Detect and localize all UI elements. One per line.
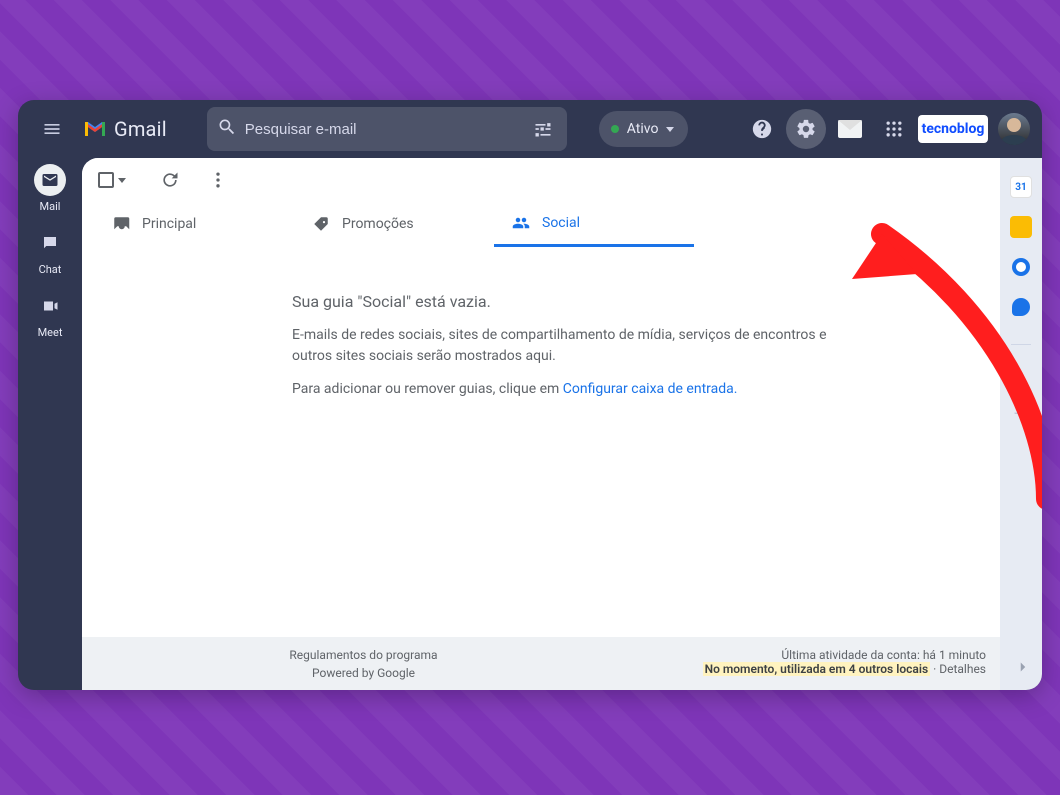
empty-body-2: Para adicionar ou remover guias, clique … [292,379,852,400]
side-panel-contacts[interactable] [1010,296,1032,318]
side-panel-add-button[interactable]: + [1014,401,1029,427]
mailbox-content: Principal Promoções Social Sua guia "Soc… [82,158,1000,690]
rail-label: Meet [38,326,63,339]
footer-right: Última atividade da conta: há 1 minuto N… [571,648,986,680]
gmail-logo-icon [82,119,108,139]
hamburger-icon [42,119,62,139]
empty-body-1: E-mails de redes sociais, sites de compa… [292,325,852,367]
inbox-icon [112,215,130,233]
status-active-dot-icon [611,125,619,133]
empty-state: Sua guia "Social" está vazia. E-mails de… [82,248,1000,637]
apps-grid-icon [884,119,904,139]
select-all-button[interactable] [98,172,126,188]
brand-name: Gmail [114,117,167,141]
org-badge: tecnoblog [918,115,988,143]
search-icon [217,117,237,141]
side-panel-divider [1011,344,1031,345]
details-link[interactable]: Detalhes [939,662,986,676]
search-bar[interactable] [207,107,567,151]
footer-left: Regulamentos do programa Powered by Goog… [156,648,571,680]
chevron-right-icon [1014,658,1032,676]
gear-icon [795,118,817,140]
checkbox-icon [98,172,114,188]
refresh-button[interactable] [152,162,188,198]
tab-promotions[interactable]: Promoções [294,201,494,247]
inbox-envelope-button[interactable] [830,109,870,149]
more-vertical-icon [208,170,228,190]
rail-label: Chat [39,263,62,276]
status-chip[interactable]: Ativo [599,111,689,147]
people-icon [512,214,530,232]
account-avatar[interactable] [998,113,1030,145]
rail-item-mail[interactable]: Mail [34,164,66,213]
search-options-button[interactable] [529,115,557,143]
body: Mail Chat Meet [18,158,1042,690]
app-rail: Mail Chat Meet [18,158,82,690]
last-activity-text: Última atividade da conta: há 1 minuto [571,648,986,662]
main-panel: Principal Promoções Social Sua guia "Soc… [82,158,1042,690]
tab-label: Principal [142,216,196,232]
side-panel-calendar[interactable]: 31 [1010,176,1032,198]
mail-icon [34,164,66,196]
refresh-icon [160,170,180,190]
header-actions: tecnoblog [742,109,1030,149]
mailbox-toolbar [82,158,1000,202]
meet-icon [34,290,66,322]
rail-label: Mail [40,200,61,213]
support-button[interactable] [742,109,782,149]
category-tabs: Principal Promoções Social [82,202,1000,248]
chevron-down-icon [666,127,674,132]
chevron-down-icon [118,178,126,183]
tab-label: Social [542,215,580,231]
open-locations-line: No momento, utilizada em 4 outros locais… [571,662,986,676]
program-rules-link[interactable]: Regulamentos do programa [289,648,437,662]
tag-icon [312,215,330,233]
main-menu-button[interactable] [30,107,74,151]
chat-icon [34,227,66,259]
status-label: Ativo [627,121,659,137]
gmail-window: Gmail Ativo [18,100,1042,690]
powered-by-text: Powered by Google [312,666,415,680]
calendar-icon: 31 [1015,182,1026,193]
rail-item-chat[interactable]: Chat [34,227,66,276]
envelope-icon [838,120,862,138]
header: Gmail Ativo [18,100,1042,158]
google-apps-button[interactable] [874,109,914,149]
configure-inbox-link[interactable]: Configurar caixa de entrada. [563,381,738,397]
side-panel-tasks[interactable] [1010,256,1032,278]
gmail-brand[interactable]: Gmail [82,117,167,141]
tab-label: Promoções [342,216,414,232]
tab-social[interactable]: Social [494,201,694,247]
separator: · [930,662,939,676]
org-badge-text: tecnoblog [922,121,985,137]
tab-primary[interactable]: Principal [94,201,294,247]
settings-button[interactable] [786,109,826,149]
side-panel-keep[interactable] [1010,216,1032,238]
side-panel: 31 + [1000,158,1042,690]
plus-icon: + [1014,399,1029,429]
empty-body-2-prefix: Para adicionar ou remover guias, clique … [292,381,563,397]
mailbox-footer: Regulamentos do programa Powered by Goog… [82,637,1000,690]
help-icon [751,118,773,140]
collapse-side-panel-button[interactable] [1014,658,1032,680]
contacts-icon [1012,298,1030,316]
empty-title: Sua guia "Social" está vazia. [292,292,1000,311]
tasks-icon [1012,258,1030,276]
search-input[interactable] [245,121,521,138]
tune-icon [533,119,553,139]
more-button[interactable] [200,162,236,198]
rail-item-meet[interactable]: Meet [34,290,66,339]
open-locations-highlight: No momento, utilizada em 4 outros locais [703,662,931,676]
